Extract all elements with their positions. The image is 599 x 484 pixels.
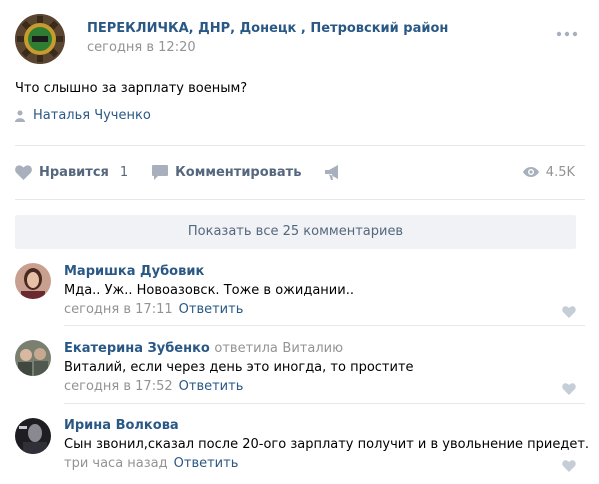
signer-name[interactable]: Наталья Чученко <box>33 108 151 123</box>
heart-icon <box>562 383 576 395</box>
commenter-name-line: Екатерина Зубенко ответила Виталию <box>64 341 343 356</box>
post-author-link[interactable]: ПЕРЕКЛИЧКА, ДНР, Донецк , Петровский рай… <box>87 21 448 36</box>
replied-to-link[interactable]: Виталию <box>282 341 343 356</box>
comment-like-button[interactable] <box>562 460 576 472</box>
comment-text: Виталий, если через день это иногда, то … <box>64 360 414 375</box>
heart-icon <box>15 164 32 180</box>
reply-link[interactable]: Ответить <box>179 379 244 394</box>
replied-word: ответила <box>214 341 278 356</box>
divider <box>64 403 585 404</box>
commenter-avatar[interactable] <box>15 263 51 299</box>
comment-meta: сегодня в 17:52 Ответить <box>64 379 243 394</box>
group-avatar[interactable] <box>15 14 65 64</box>
post-text: Что слышно за зарплату военым? <box>15 81 248 96</box>
like-label: Нравится <box>39 164 109 180</box>
comment-button[interactable]: Комментировать <box>152 164 302 180</box>
post-signer[interactable]: Наталья Чученко <box>15 108 151 123</box>
comment-time[interactable]: сегодня в 17:52 <box>64 379 173 394</box>
post-time[interactable]: сегодня в 12:20 <box>87 40 196 55</box>
commenter-avatar[interactable] <box>15 340 51 376</box>
comment-like-button[interactable] <box>562 383 576 395</box>
comment-icon <box>152 164 169 180</box>
divider <box>64 325 585 326</box>
comment-label: Комментировать <box>175 164 302 180</box>
eye-icon <box>522 167 539 177</box>
commenter-name[interactable]: Маришка Дубовик <box>64 264 204 279</box>
show-all-comments-button[interactable]: Показать все 25 комментариев <box>15 215 576 249</box>
comment-text: Мда.. Уж.. Новоазовск. Тоже в ожидании.. <box>64 283 354 298</box>
views-count: 4.5K <box>545 164 575 180</box>
post-actions-bar: Нравится 1 Комментировать 4.5K <box>15 161 585 183</box>
share-button[interactable] <box>325 164 342 180</box>
divider <box>15 145 585 146</box>
reply-link[interactable]: Ответить <box>179 302 244 317</box>
megaphone-icon <box>325 164 339 180</box>
views-counter: 4.5K <box>522 164 575 180</box>
commenter-name[interactable]: Екатерина Зубенко <box>64 341 210 356</box>
more-options-icon[interactable] <box>556 28 578 38</box>
heart-icon <box>562 306 576 318</box>
like-count: 1 <box>119 164 129 180</box>
reply-link[interactable]: Ответить <box>174 456 239 471</box>
commenter-name[interactable]: Ирина Волкова <box>64 418 179 433</box>
like-button[interactable]: Нравится 1 <box>15 165 128 180</box>
gear-logo-icon <box>15 14 65 64</box>
comment-time[interactable]: три часа назад <box>64 456 168 471</box>
commenter-avatar[interactable] <box>15 418 51 454</box>
divider <box>15 199 585 200</box>
comment-text: Сын звонил,сказал после 20-ого зарплату … <box>64 437 590 452</box>
comment-like-button[interactable] <box>562 306 576 318</box>
comment-time[interactable]: сегодня в 17:11 <box>64 302 173 317</box>
comment-meta: сегодня в 17:11 Ответить <box>64 302 243 317</box>
comment-meta: три часа назад Ответить <box>64 456 238 471</box>
user-icon <box>15 110 25 122</box>
heart-icon <box>562 460 576 472</box>
